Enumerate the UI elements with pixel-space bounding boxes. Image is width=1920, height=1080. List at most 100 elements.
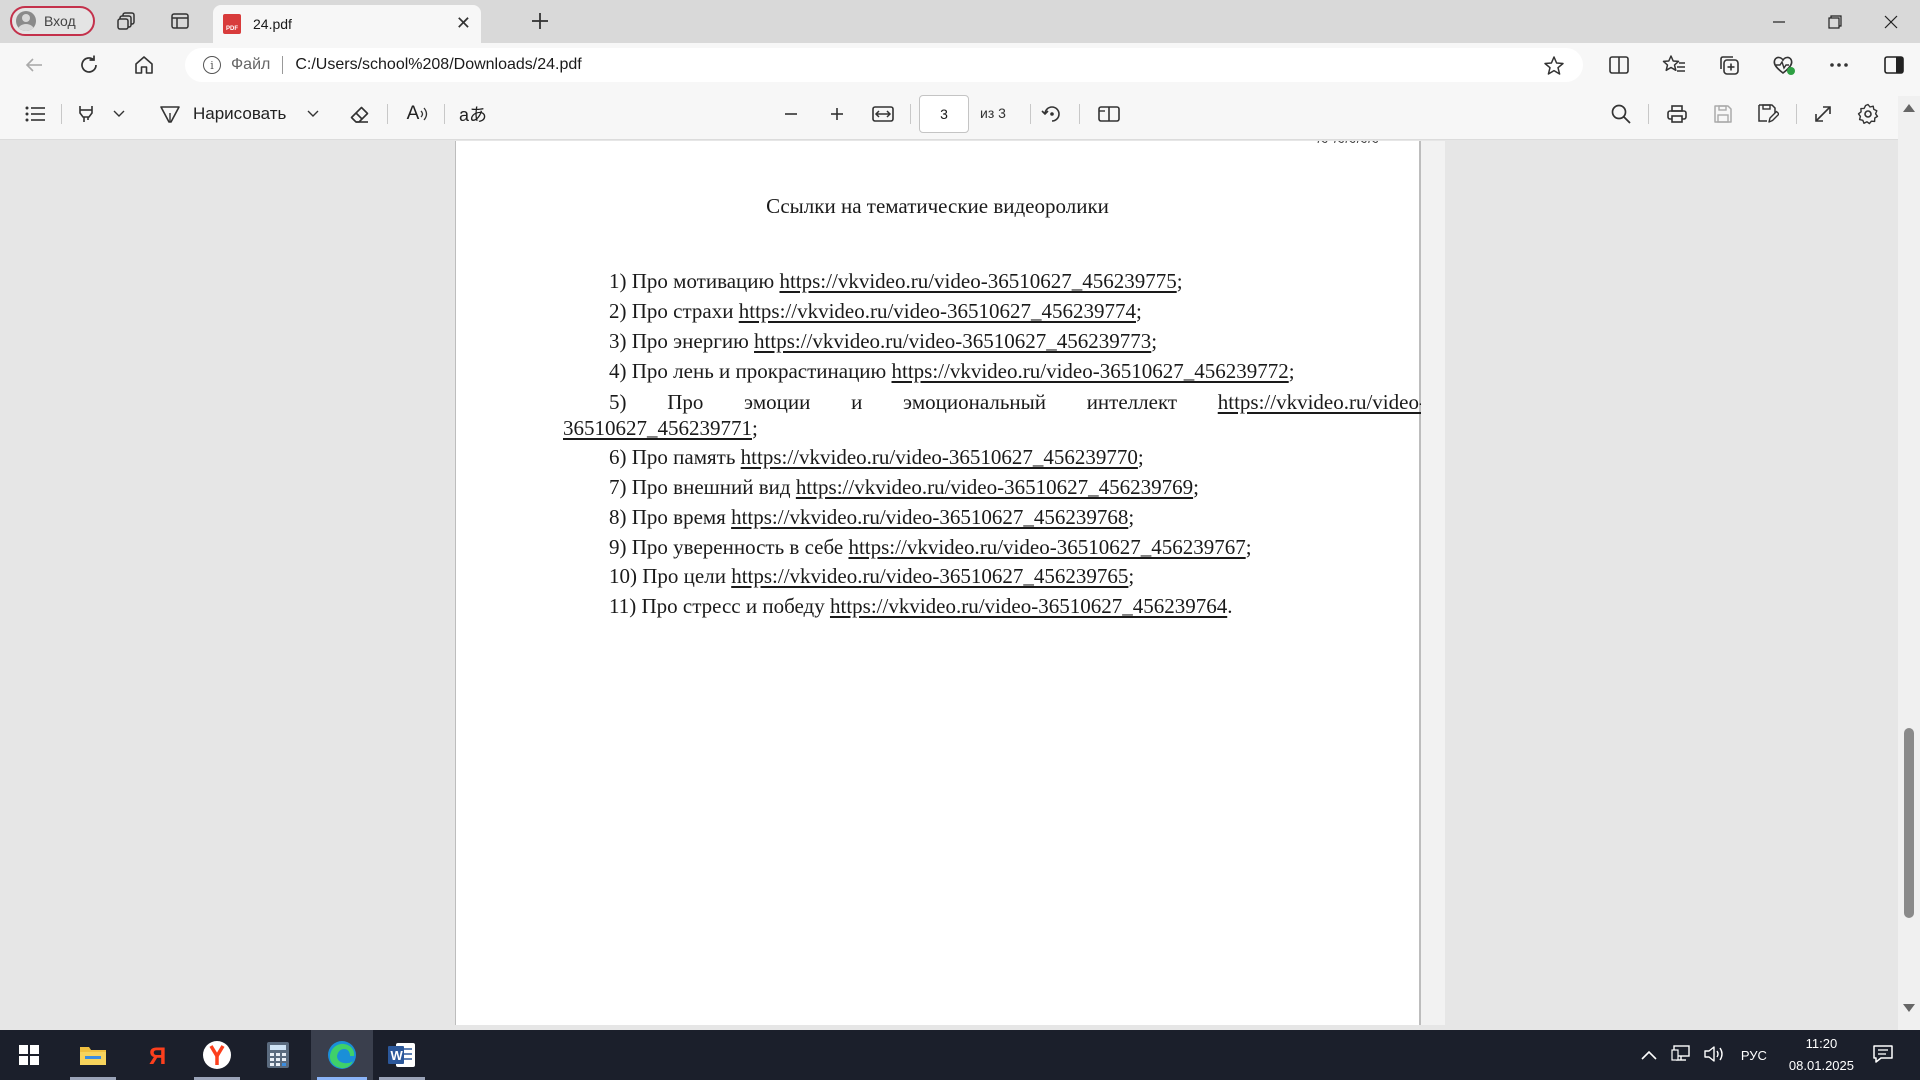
- restore-icon[interactable]: [1807, 0, 1863, 43]
- page-shadow: [1421, 141, 1445, 1025]
- video-link-part-2[interactable]: 36510627_456239771: [563, 416, 752, 440]
- fullscreen-icon[interactable]: [1805, 97, 1841, 131]
- yandex-browser-icon[interactable]: [188, 1030, 246, 1080]
- draw-button[interactable]: Нарисовать: [193, 97, 293, 131]
- page-number-input[interactable]: 3: [919, 95, 969, 133]
- vertical-scrollbar[interactable]: [1898, 96, 1920, 1030]
- fit-to-width-icon[interactable]: [865, 97, 901, 131]
- highlight-icon[interactable]: [73, 97, 99, 131]
- windows-taskbar: Я W РУС 11:20 08.01.2025: [0, 1030, 1920, 1080]
- new-tab-icon[interactable]: [524, 6, 556, 36]
- video-link[interactable]: https://vkvideo.ru/video-36510627_456239…: [741, 445, 1138, 469]
- contents-list-icon[interactable]: [17, 97, 53, 131]
- tab-actions-icon[interactable]: [164, 6, 196, 36]
- address-bar-row: i Файл C:/Users/school%208/Downloads/24.…: [0, 43, 1920, 88]
- microsoft-edge-icon[interactable]: [311, 1030, 373, 1080]
- network-icon[interactable]: [1671, 1044, 1691, 1066]
- tab-title: 24.pdf: [253, 16, 292, 32]
- browser-essentials-icon[interactable]: [1766, 48, 1802, 82]
- translate-icon[interactable]: aあ: [456, 97, 490, 131]
- volume-icon[interactable]: [1703, 1045, 1725, 1066]
- calculator-icon[interactable]: [249, 1030, 307, 1080]
- system-tray: РУС 11:20 08.01.2025: [1641, 1030, 1920, 1080]
- toolbar-separator: [1079, 104, 1080, 124]
- zoom-in-icon[interactable]: [820, 97, 854, 131]
- toolbar-separator: [910, 104, 911, 124]
- save-as-icon[interactable]: [1750, 97, 1786, 131]
- list-item-5-line-1: 5) Про эмоции и эмоциональный интеллект …: [609, 390, 1426, 415]
- sidebar-toggle-icon[interactable]: [1876, 48, 1912, 82]
- toolbar-separator: [1648, 104, 1649, 124]
- show-hidden-icons-chevron-icon[interactable]: [1641, 1048, 1657, 1063]
- list-item: 9) Про уверенность в себе https://vkvide…: [609, 535, 1252, 559]
- scroll-up-arrow-icon[interactable]: [1903, 104, 1915, 112]
- video-link-part-1[interactable]: https://vkvideo.ru/video-: [1218, 390, 1426, 415]
- yandex-search-icon[interactable]: Я: [127, 1030, 185, 1080]
- save-icon[interactable]: [1705, 97, 1741, 131]
- url-text[interactable]: C:/Users/school%208/Downloads/24.pdf: [295, 56, 581, 74]
- favorite-star-icon[interactable]: [1543, 55, 1565, 82]
- close-window-icon[interactable]: [1863, 0, 1919, 43]
- video-link[interactable]: https://vkvideo.ru/video-36510627_456239…: [754, 329, 1151, 353]
- clock-date: 08.01.2025: [1788, 1058, 1854, 1073]
- profile-button[interactable]: Вход: [10, 6, 95, 36]
- address-field[interactable]: i Файл C:/Users/school%208/Downloads/24.…: [185, 48, 1583, 82]
- draw-pen-icon[interactable]: [155, 97, 185, 131]
- collections-icon[interactable]: [1711, 48, 1747, 82]
- profile-label: Вход: [44, 13, 76, 29]
- file-scheme-label: Файл: [231, 56, 271, 73]
- toolbar-separator: [1030, 104, 1031, 124]
- more-options-icon[interactable]: [1821, 48, 1857, 82]
- video-link[interactable]: https://vkvideo.ru/video-36510627_456239…: [731, 505, 1128, 529]
- pdf-toolbar: Нарисовать A aあ 3 из 3: [0, 88, 1920, 140]
- favorites-icon[interactable]: [1656, 48, 1692, 82]
- windows-start-icon[interactable]: [0, 1030, 58, 1080]
- draw-options-chevron-icon[interactable]: [302, 97, 324, 131]
- page-view-icon[interactable]: [1091, 97, 1127, 131]
- video-link[interactable]: https://vkvideo.ru/video-36510627_456239…: [892, 359, 1289, 383]
- microsoft-word-icon[interactable]: W: [373, 1030, 431, 1080]
- toolbar-separator: [387, 104, 388, 124]
- url-separator: [282, 56, 284, 74]
- video-link[interactable]: https://vkvideo.ru/video-36510627_456239…: [739, 299, 1136, 323]
- eraser-icon[interactable]: [343, 97, 377, 131]
- print-icon[interactable]: [1659, 97, 1695, 131]
- highlight-options-chevron-icon[interactable]: [108, 97, 130, 131]
- list-item: 7) Про внешний вид https://vkvideo.ru/vi…: [609, 475, 1199, 499]
- split-screen-icon[interactable]: [1601, 48, 1637, 82]
- file-explorer-icon[interactable]: [64, 1030, 122, 1080]
- input-language-indicator[interactable]: РУС: [1741, 1048, 1767, 1063]
- rotate-icon[interactable]: [1034, 97, 1070, 131]
- toolbar-separator: [61, 104, 62, 124]
- scroll-down-arrow-icon[interactable]: [1903, 1004, 1915, 1012]
- settings-gear-icon[interactable]: [1850, 97, 1886, 131]
- draw-label: Нарисовать: [193, 104, 287, 123]
- pdf-favicon-icon: PDF: [223, 14, 241, 34]
- find-search-icon[interactable]: [1603, 97, 1639, 131]
- video-link[interactable]: https://vkvideo.ru/video-36510627_456239…: [779, 269, 1176, 293]
- pdf-viewer[interactable]: ~ ~~~~ Ссылки на тематические видеоролик…: [0, 141, 1920, 1029]
- zoom-out-icon[interactable]: [774, 97, 808, 131]
- read-aloud-icon[interactable]: A: [400, 97, 436, 131]
- clock[interactable]: 11:20 08.01.2025: [1789, 1033, 1854, 1077]
- video-link[interactable]: https://vkvideo.ru/video-36510627_456239…: [830, 594, 1227, 618]
- refresh-icon[interactable]: [71, 48, 107, 82]
- close-tab-icon[interactable]: ✕: [456, 13, 471, 34]
- tab-strip: Вход PDF 24.pdf ✕: [0, 0, 1920, 43]
- tab-24-pdf[interactable]: PDF 24.pdf ✕: [213, 5, 481, 43]
- page-total-label: из 3: [980, 105, 1006, 121]
- video-link[interactable]: https://vkvideo.ru/video-36510627_456239…: [731, 564, 1128, 588]
- video-link[interactable]: https://vkvideo.ru/video-36510627_456239…: [796, 475, 1193, 499]
- workspaces-icon[interactable]: [111, 6, 143, 36]
- minimize-icon[interactable]: [1751, 0, 1807, 43]
- video-link[interactable]: https://vkvideo.ru/video-36510627_456239…: [848, 535, 1245, 559]
- scroll-thumb[interactable]: [1904, 728, 1914, 918]
- cropped-previous-text: ~ ~~~~: [1316, 141, 1379, 153]
- home-icon[interactable]: [126, 48, 162, 82]
- notifications-icon[interactable]: [1872, 1044, 1894, 1067]
- site-info-icon[interactable]: i: [203, 56, 221, 74]
- back-icon[interactable]: [16, 48, 52, 82]
- list-item: 1) Про мотивацию https://vkvideo.ru/vide…: [609, 269, 1183, 293]
- toolbar-separator: [444, 104, 445, 124]
- list-item: 4) Про лень и прокрастинацию https://vkv…: [609, 359, 1295, 383]
